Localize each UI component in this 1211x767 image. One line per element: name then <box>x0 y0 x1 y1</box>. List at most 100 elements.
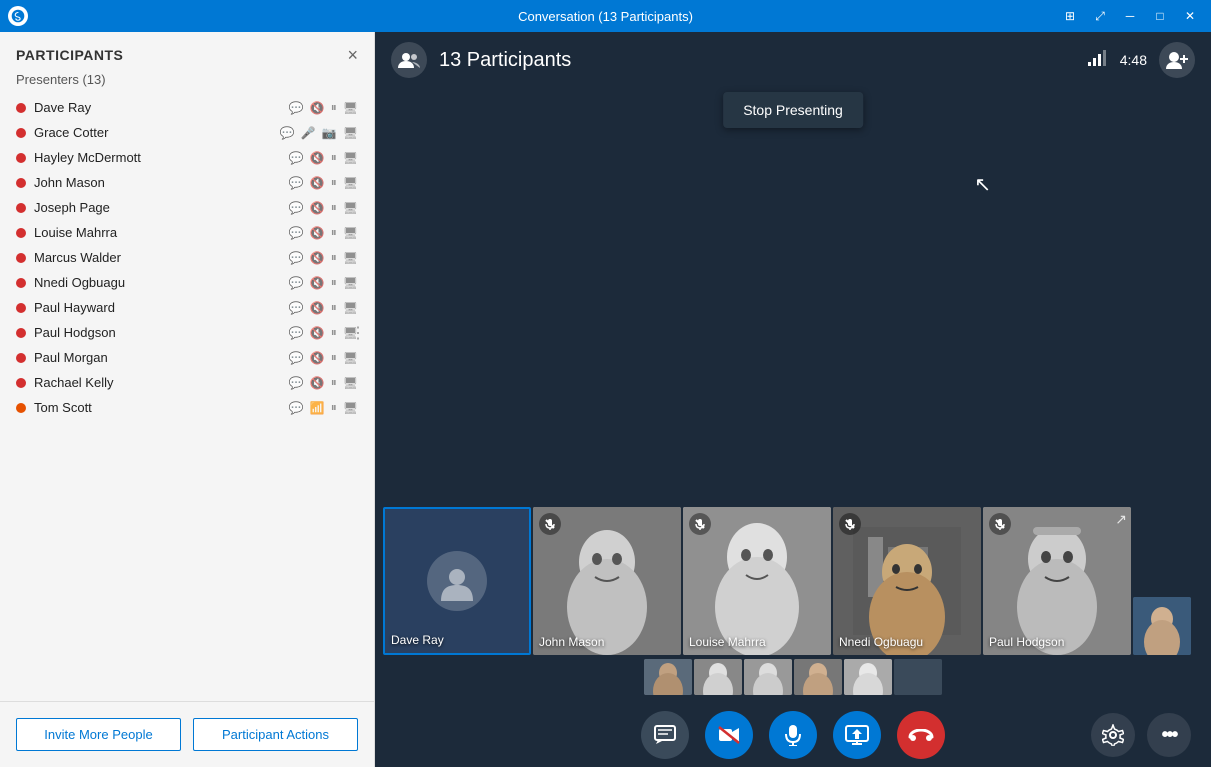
expand-icon: ↗ <box>1115 511 1127 528</box>
participant-controls: 💬 🔇 ⏸ 🖥 <box>289 100 358 115</box>
screen-icon: 🖥 <box>343 176 358 190</box>
window-controls: ⊞ ⤢ ─ □ ✕ <box>1057 6 1203 26</box>
maximize-icon[interactable]: □ <box>1147 6 1173 26</box>
pause-icon: ⏸ <box>331 350 337 365</box>
list-item[interactable]: Rachael Kelly 💬 🔇 ⏸ 🖥 <box>4 370 370 395</box>
more-options-button[interactable]: ••• <box>1147 713 1191 757</box>
mute-icon <box>989 513 1011 535</box>
participant-controls: 💬 🔇 ⏸ 🖥 <box>289 150 358 165</box>
chat-icon: 💬 <box>289 301 304 315</box>
participant-name: Paul Morgan <box>34 350 289 365</box>
participant-controls: 💬 🔇 ⏸ 🖥 <box>289 225 358 240</box>
mic-icon: 🔇 <box>310 226 325 240</box>
participant-name: Paul Hayward <box>34 300 289 315</box>
chat-icon: 💬 <box>289 201 304 215</box>
chat-icon: 💬 <box>289 176 304 190</box>
participant-controls: 💬 🔇 ⏸ 🖥 <box>289 250 358 265</box>
video-tile-john-mason[interactable]: John Mason <box>533 507 681 655</box>
thumbnail-tile[interactable] <box>844 659 892 695</box>
close-icon[interactable]: ✕ <box>1177 6 1203 26</box>
add-participant-button[interactable] <box>1159 42 1195 78</box>
list-item[interactable]: Grace Cotter 💬 🎤 📷 🖥 <box>4 120 370 145</box>
participant-name: Nnedi Ogbuagu <box>34 275 289 290</box>
video-icon: 📷 <box>322 126 337 140</box>
video-tile-paul-hodgson[interactable]: Paul Hodgson ↗ <box>983 507 1131 655</box>
status-dot <box>16 228 26 238</box>
participant-name: Hayley McDermott <box>34 150 289 165</box>
pause-icon: ⏸ <box>331 150 337 165</box>
participant-controls: 💬 🔇 ⏸ 🖥 <box>289 200 358 215</box>
participant-actions-button[interactable]: Participant Actions <box>193 718 358 751</box>
thumbnail-tile[interactable] <box>644 659 692 695</box>
video-mute-button[interactable] <box>705 711 753 759</box>
participant-controls: 💬 🔇 ⏸ 🖥 <box>289 175 358 190</box>
list-item[interactable]: Louise Mahrra 💬 🔇 ⏸ 🖥 <box>4 220 370 245</box>
screen-icon: 🖥 <box>343 301 358 315</box>
mic-icon: 🔇 <box>310 251 325 265</box>
mic-icon: 🔇 <box>310 326 325 340</box>
thumbnail-strip <box>375 655 1211 695</box>
invite-more-people-button[interactable]: Invite More People <box>16 718 181 751</box>
video-tile-nnedi-ogbuagu[interactable]: Nnedi Ogbuagu <box>833 507 981 655</box>
thumbnail-tile-empty[interactable] <box>894 659 942 695</box>
status-dot <box>16 403 26 413</box>
list-item[interactable]: Hayley McDermott 💬 🔇 ⏸ 🖥 <box>4 145 370 170</box>
toolbar-right-controls: ••• <box>1091 713 1191 757</box>
screen-icon: 🖥 <box>343 401 358 415</box>
grid-view-icon[interactable]: ⊞ <box>1057 6 1083 26</box>
mic-icon: 📶 <box>310 401 325 415</box>
list-item[interactable]: Tom Scott 💬 📶 ⏸ 🖥 <box>4 395 370 420</box>
main-content: 13 Participants 4:48 <box>375 32 1211 767</box>
window-title: Conversation (13 Participants) <box>518 9 693 24</box>
sidebar-title: PARTICIPANTS <box>16 47 123 63</box>
sidebar-header: PARTICIPANTS × <box>0 32 374 72</box>
participant-controls: 💬 🔇 ⏸ 🖥 <box>289 375 358 390</box>
participant-name: Joseph Page <box>34 200 289 215</box>
participant-name: Marcus Walder <box>34 250 289 265</box>
minimize-icon[interactable]: ─ <box>1117 6 1143 26</box>
list-item[interactable]: Nnedi Ogbuagu 💬 🔇 ⏸ 🖥 <box>4 270 370 295</box>
pause-icon: ⏸ <box>331 375 337 390</box>
chat-icon: 💬 <box>289 226 304 240</box>
status-dot <box>16 178 26 188</box>
thumbnail-tile[interactable] <box>694 659 742 695</box>
participants-group-icon <box>391 42 427 78</box>
fullscreen-icon[interactable]: ⤢ <box>1087 6 1113 26</box>
tile-participant-name: Nnedi Ogbuagu <box>839 635 923 649</box>
chat-button[interactable] <box>641 711 689 759</box>
call-toolbar: ••• <box>375 703 1211 767</box>
stop-presenting-container: Stop Presenting <box>723 92 863 128</box>
microphone-button[interactable] <box>769 711 817 759</box>
sidebar-footer: Invite More People Participant Actions <box>0 701 374 767</box>
screen-share-button[interactable] <box>833 711 881 759</box>
settings-button[interactable] <box>1091 713 1135 757</box>
participant-controls: 💬 📶 ⏸ 🖥 <box>289 400 358 415</box>
titlebar: Conversation (13 Participants) ⊞ ⤢ ─ □ ✕ <box>0 0 1211 32</box>
status-dot <box>16 303 26 313</box>
video-tile-dave-ray[interactable]: Dave Ray <box>383 507 531 655</box>
screen-icon: 🖥 <box>343 201 358 215</box>
mute-icon <box>839 513 861 535</box>
mic-icon: 🔇 <box>310 201 325 215</box>
list-item[interactable]: Joseph Page 💬 🔇 ⏸ 🖥 <box>4 195 370 220</box>
presenters-label: Presenters (13) <box>0 72 374 95</box>
status-dot <box>16 128 26 138</box>
self-view-tile[interactable] <box>1133 597 1191 655</box>
list-item[interactable]: Paul Hodgson 💬 🔇 ⏸ 🖥 ⋮ <box>4 320 370 345</box>
list-item[interactable]: John Mason 💬 🔇 ⏸ 🖥 <box>4 170 370 195</box>
close-sidebar-button[interactable]: × <box>347 46 358 64</box>
list-item[interactable]: Dave Ray 💬 🔇 ⏸ 🖥 <box>4 95 370 120</box>
stop-presenting-button[interactable]: Stop Presenting <box>723 92 863 128</box>
list-item[interactable]: Marcus Walder 💬 🔇 ⏸ 🖥 <box>4 245 370 270</box>
status-dot <box>16 328 26 338</box>
chat-icon: 💬 <box>289 101 304 115</box>
list-item[interactable]: Paul Hayward 💬 🔇 ⏸ 🖥 <box>4 295 370 320</box>
pause-icon: ⏸ <box>331 400 337 415</box>
screen-icon: 🖥 <box>343 151 358 165</box>
pause-icon: ⏸ <box>331 300 337 315</box>
list-item[interactable]: Paul Morgan 💬 🔇 ⏸ 🖥 <box>4 345 370 370</box>
thumbnail-tile[interactable] <box>794 659 842 695</box>
thumbnail-tile[interactable] <box>744 659 792 695</box>
end-call-button[interactable] <box>897 711 945 759</box>
video-tile-louise-mahrra[interactable]: Louise Mahrra <box>683 507 831 655</box>
